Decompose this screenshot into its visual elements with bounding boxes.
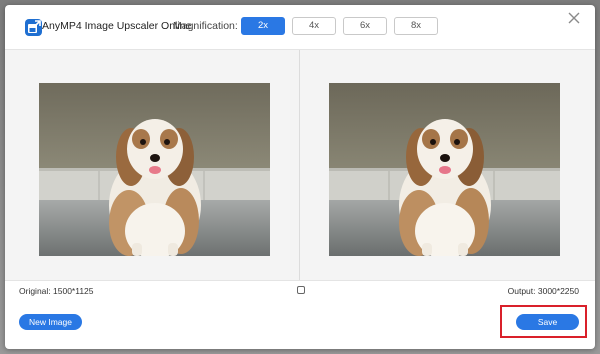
upscaler-dialog: AnyMP4 Image Upscaler Online Magnificati… <box>5 5 595 349</box>
magnification-2x-button[interactable]: 2x <box>241 17 285 35</box>
output-resolution: Output: 3000*2250 <box>507 286 579 296</box>
output-image <box>329 83 560 256</box>
magnification-4x-button[interactable]: 4x <box>292 17 336 35</box>
app-logo-icon <box>25 19 42 36</box>
compare-toggle-icon[interactable] <box>297 286 305 294</box>
comparison-area <box>5 49 595 281</box>
magnification-label: Magnification: <box>173 20 238 32</box>
resolution-info-bar: Original: 1500*1125 Output: 3000*2250 <box>5 280 595 302</box>
original-resolution: Original: 1500*1125 <box>19 286 94 296</box>
save-button[interactable]: Save <box>516 314 579 330</box>
action-bar: New Image Save <box>5 303 595 349</box>
new-image-button[interactable]: New Image <box>19 314 82 330</box>
magnification-6x-button[interactable]: 6x <box>343 17 387 35</box>
close-icon[interactable] <box>567 11 581 25</box>
original-image <box>39 83 270 256</box>
dialog-header: AnyMP4 Image Upscaler Online Magnificati… <box>5 5 595 49</box>
magnification-8x-button[interactable]: 8x <box>394 17 438 35</box>
app-title: AnyMP4 Image Upscaler Online <box>42 20 192 32</box>
comparison-divider[interactable] <box>299 50 300 280</box>
